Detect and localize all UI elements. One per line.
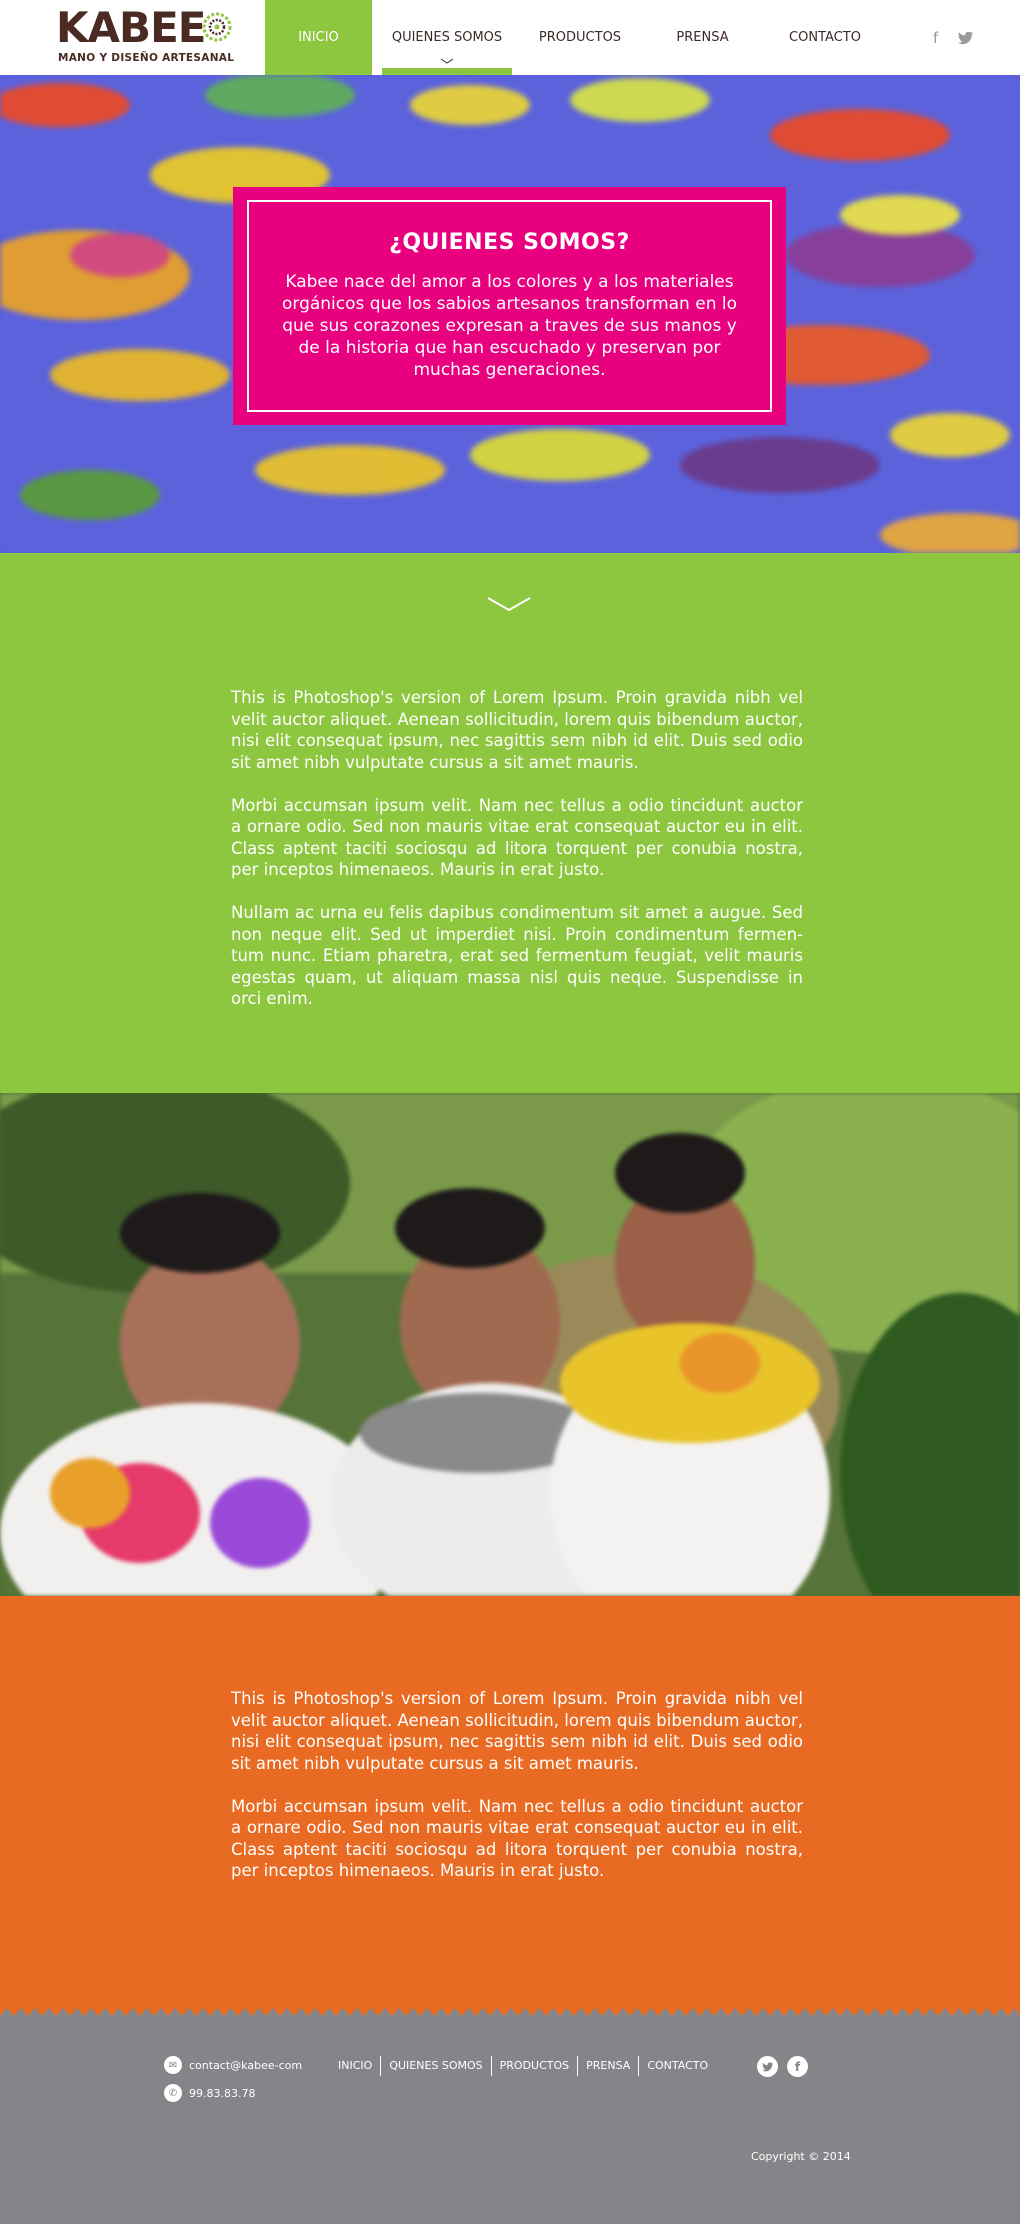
story-paragraph: Morbi accumsan ipsum velit. Nam nec tell… xyxy=(231,1796,803,1881)
story-text-block: This is Photoshop's version of Lorem Ips… xyxy=(231,1688,803,1903)
footer-nav-productos[interactable]: PRODUCTOS xyxy=(490,2056,578,2076)
flower-logo-icon xyxy=(202,12,232,42)
footer-nav: INICIO QUIENES SOMOS PRODUCTOS PRENSA CO… xyxy=(330,2056,716,2076)
chevron-down-icon xyxy=(440,58,454,64)
footer-phone[interactable]: ✆ 99.83.83.78 xyxy=(164,2084,255,2102)
story-paragraph: Morbi accumsan ipsum velit. Nam nec tell… xyxy=(231,795,803,880)
site-footer: ✉ contact@kabee-com ✆ 99.83.83.78 INICIO… xyxy=(0,2008,1020,2224)
twitter-bird-icon xyxy=(761,2062,773,2071)
footer-email-text: contact@kabee-com xyxy=(189,2058,303,2072)
nav-item-contacto[interactable]: CONTACTO xyxy=(770,0,880,75)
footer-nav-quienes-somos[interactable]: QUIENES SOMOS xyxy=(380,2056,490,2076)
story-paragraph: Nullam ac urna eu felis dapibus condimen… xyxy=(231,903,803,1008)
story-text-block: This is Photoshop's version of Lorem Ips… xyxy=(231,687,803,1031)
facebook-icon[interactable]: f xyxy=(787,2056,808,2077)
footer-email[interactable]: ✉ contact@kabee-com xyxy=(164,2056,302,2074)
nav-item-prensa[interactable]: PRENSA xyxy=(655,0,750,75)
brand-tagline: MANO Y DISEÑO ARTESANAL xyxy=(58,52,235,64)
nav-item-inicio[interactable]: INICIO xyxy=(265,0,372,75)
mail-icon: ✉ xyxy=(164,2056,182,2074)
story-paragraph: This is Photoshop's version of Lorem Ips… xyxy=(231,1689,803,1773)
twitter-icon[interactable] xyxy=(958,31,974,45)
nav-item-quienes-somos[interactable]: QUIENES SOMOS xyxy=(382,0,512,75)
copyright-text: Copyright © 2014 xyxy=(751,2150,851,2163)
artisans-image xyxy=(0,1093,1020,1596)
chevron-down-icon[interactable] xyxy=(486,595,532,613)
story-paragraph: This is Photoshop's version of Lorem Ips… xyxy=(231,688,803,772)
about-intro-card: ¿QUIENES SOMOS? Kabee nace del amor a lo… xyxy=(233,187,786,425)
story-section-orange: This is Photoshop's version of Lorem Ips… xyxy=(0,1596,1020,2016)
brand-logo[interactable]: KABEE MANO Y DISEÑO ARTESANAL xyxy=(56,3,235,68)
brand-name: KABEE xyxy=(56,3,206,52)
facebook-icon[interactable]: f xyxy=(933,29,938,47)
nav-item-productos[interactable]: PRODUCTOS xyxy=(525,0,635,75)
twitter-icon[interactable] xyxy=(757,2056,778,2077)
footer-nav-contacto[interactable]: CONTACTO xyxy=(638,2056,716,2076)
footer-phone-text: 99.83.83.78 xyxy=(189,2086,256,2100)
artisans-photo xyxy=(0,1093,1020,1596)
about-title: ¿QUIENES SOMOS? xyxy=(389,230,630,255)
about-intro-text: Kabee nace del amor a los colores y a lo… xyxy=(281,272,737,380)
footer-nav-inicio[interactable]: INICIO xyxy=(330,2056,380,2076)
footer-zigzag-edge xyxy=(0,2008,1020,2018)
phone-icon: ✆ xyxy=(164,2084,182,2102)
hero-banner: ¿QUIENES SOMOS? Kabee nace del amor a lo… xyxy=(0,75,1020,553)
story-section-green: This is Photoshop's version of Lorem Ips… xyxy=(0,553,1020,1093)
nav-item-label: QUIENES SOMOS xyxy=(391,29,503,45)
footer-nav-prensa[interactable]: PRENSA xyxy=(577,2056,638,2076)
site-header: KABEE MANO Y DISEÑO ARTESANAL INICIO QUI… xyxy=(0,0,1020,75)
about-intro-frame: ¿QUIENES SOMOS? Kabee nace del amor a lo… xyxy=(247,200,772,412)
